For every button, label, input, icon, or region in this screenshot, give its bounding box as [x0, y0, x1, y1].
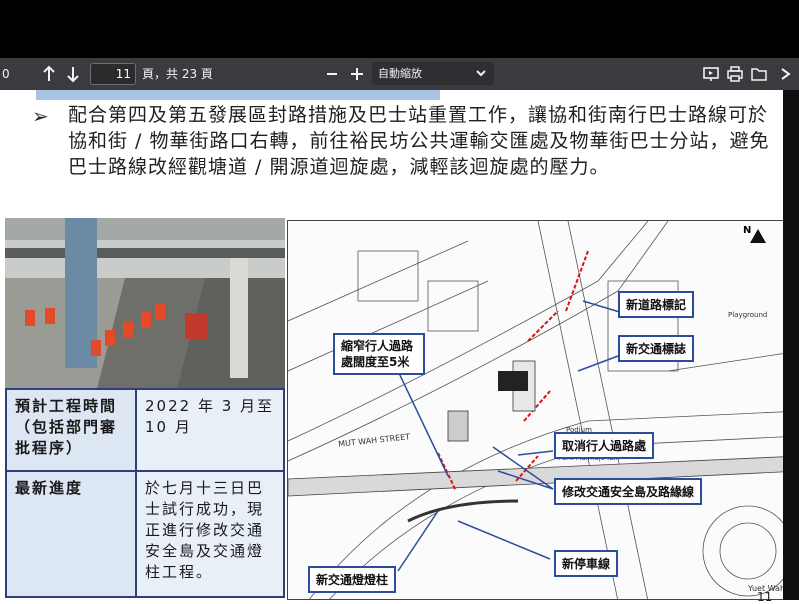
callout-modify-island: 修改交通安全島及路緣線	[554, 478, 703, 505]
callout-new-road-marking: 新道路標記	[618, 291, 695, 318]
schedule-header: 預計工程時間（包括部門審批程序）	[5, 388, 137, 472]
open-file-icon[interactable]	[751, 66, 767, 82]
zoom-select-label: 自動縮放	[378, 67, 422, 80]
top-black-bar	[0, 0, 799, 58]
next-page-icon[interactable]	[66, 65, 80, 83]
zoom-select[interactable]: 自動縮放	[372, 62, 494, 85]
presentation-mode-icon[interactable]	[703, 66, 719, 82]
progress-header: 最新進度	[5, 469, 137, 599]
bullet-arrow-icon: ➢	[32, 104, 49, 128]
zoom-in-icon[interactable]	[350, 66, 364, 82]
schedule-value: 2022 年 3 月至 10 月	[135, 388, 285, 472]
site-plan-map: N MUT WAH STREET Podium Playground Park …	[287, 220, 799, 600]
chevron-down-icon	[476, 62, 486, 93]
callout-new-parking: 新停車線	[554, 550, 619, 577]
project-info-table: 預計工程時間（包括部門審批程序） 2022 年 3 月至 10 月 最新進度 於…	[5, 388, 285, 599]
callout-new-signal-post: 新交通燈燈柱	[308, 566, 397, 593]
page-count-label: 頁，共 23 頁	[142, 67, 213, 81]
vertical-scrollbar[interactable]	[783, 90, 799, 600]
zoom-out-icon[interactable]	[326, 66, 338, 82]
print-icon[interactable]	[727, 66, 743, 82]
page-number-input[interactable]: 11	[90, 63, 136, 85]
progress-value: 於七月十三日巴士試行成功，現正進行修改交通安全島及交通燈柱工程。	[135, 469, 285, 599]
pdf-page: ➢ 配合第四及第五發展區封路措施及巴士站重置工作，讓協和街南行巴士路線可於協和街…	[0, 90, 799, 604]
pdf-toolbar: 0 11 頁，共 23 頁 自動縮放	[0, 58, 799, 90]
callout-new-traffic-sign: 新交通標誌	[618, 335, 695, 362]
callout-narrow-crossing: 縮窄行人過路處闊度至5米	[333, 333, 425, 375]
previous-page-icon[interactable]	[42, 65, 56, 83]
more-tools-icon[interactable]	[778, 66, 794, 82]
callout-arrows	[397, 300, 624, 572]
title-strip	[36, 90, 440, 100]
toolbar-left-marker: 0	[2, 67, 10, 81]
bullet-paragraph: 配合第四及第五發展區封路措施及巴士站重置工作，讓協和街南行巴士路線可於協和街 /…	[68, 104, 770, 178]
callout-cancel-crossing: 取消行人過路處	[554, 432, 655, 459]
slide-page-number: 11	[757, 590, 773, 604]
